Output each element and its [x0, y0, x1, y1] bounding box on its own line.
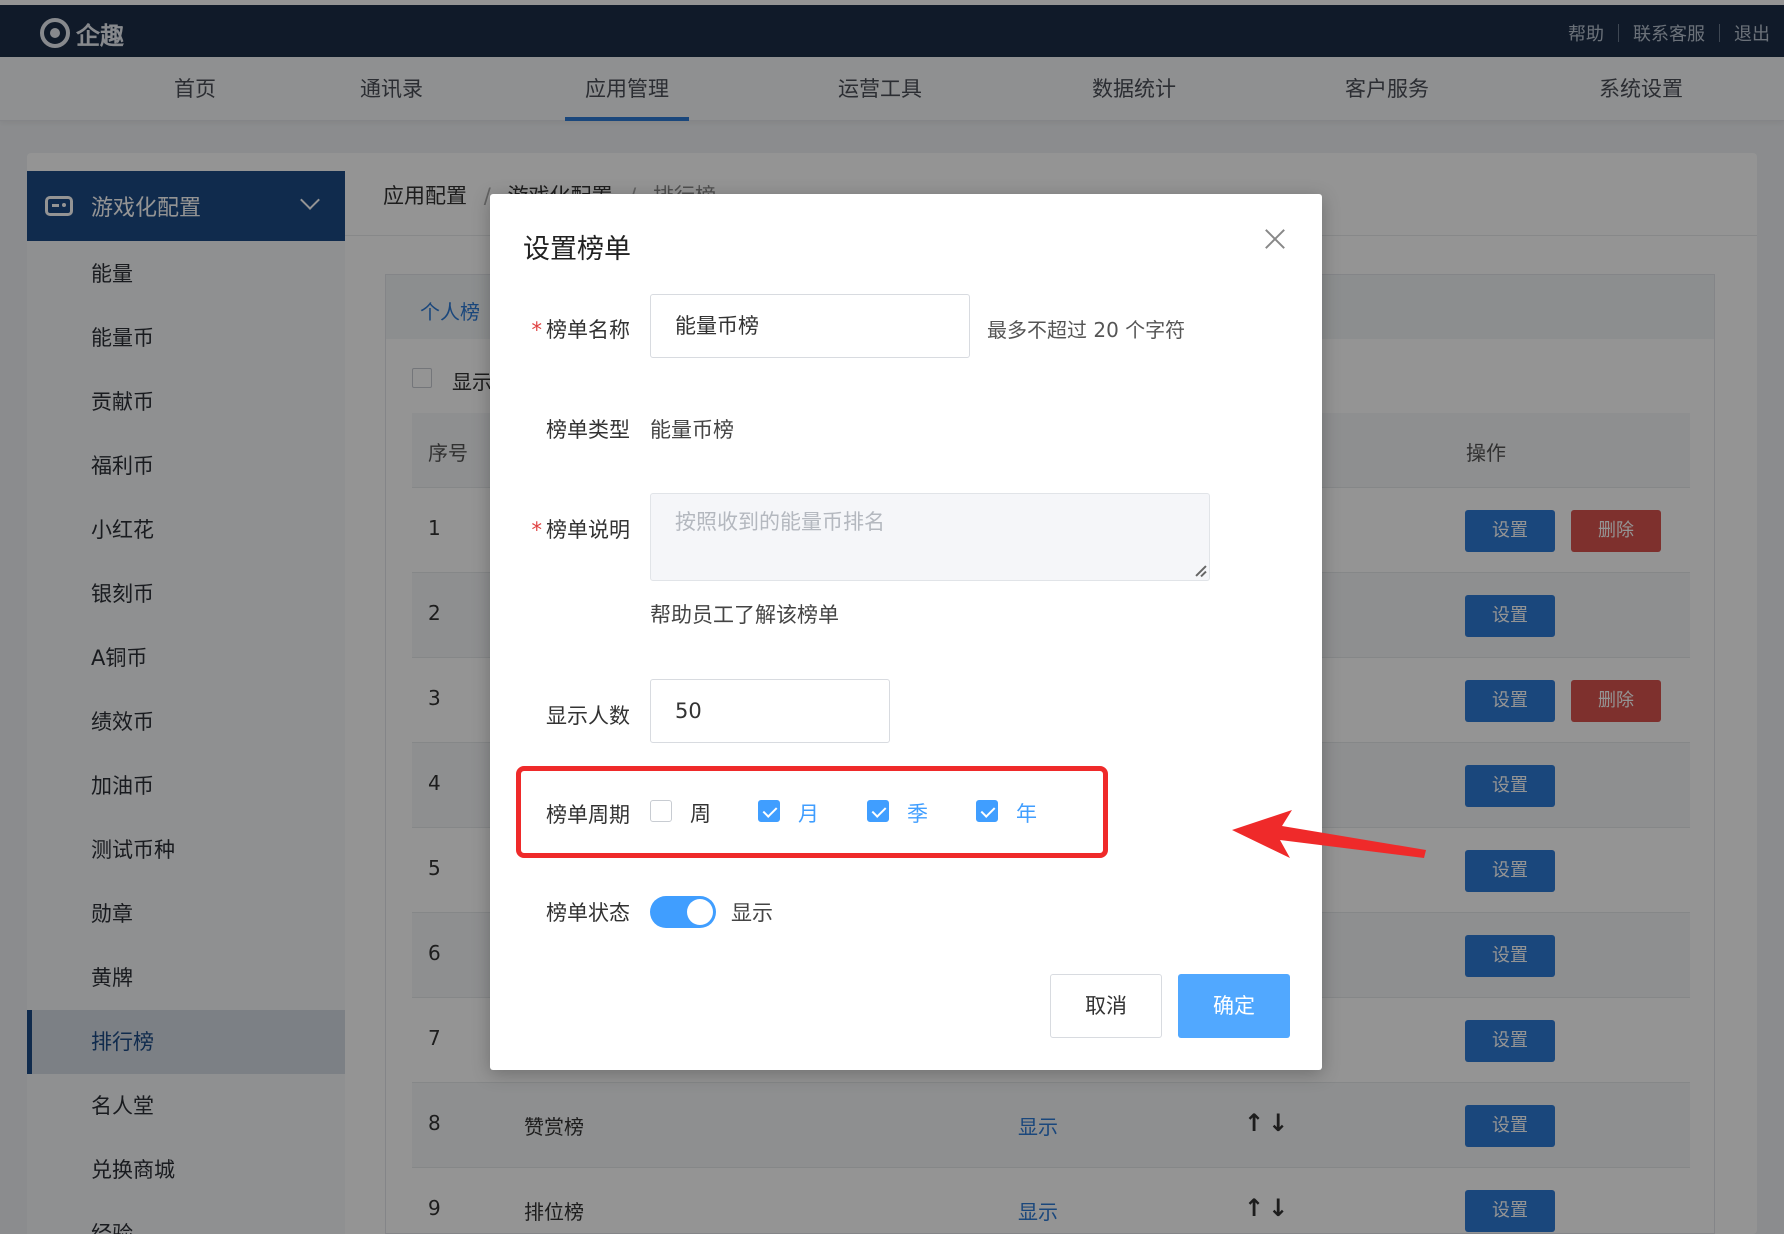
status-label: 榜单状态	[546, 901, 630, 925]
name-input[interactable]: 能量币榜	[650, 294, 970, 358]
status-toggle[interactable]	[650, 896, 716, 928]
description-label-text: 榜单说明	[546, 518, 630, 542]
leaderboard-settings-dialog: 设置榜单 * 榜单名称 能量币榜 最多不超过 20 个字符 榜单类型 能量币榜 *…	[490, 194, 1322, 1070]
count-label: 显示人数	[546, 704, 630, 728]
required-marker: *	[531, 318, 543, 342]
description-field-label: * 榜单说明	[490, 514, 631, 544]
required-marker: *	[531, 518, 543, 542]
name-hint: 最多不超过 20 个字符	[987, 318, 1186, 342]
status-toggle-text: 显示	[731, 901, 773, 925]
annotation-highlight-box	[516, 766, 1108, 858]
close-icon[interactable]	[1264, 228, 1286, 250]
description-help: 帮助员工了解该榜单	[650, 603, 839, 627]
description-placeholder: 按照收到的能量币排名	[675, 510, 885, 534]
resize-handle-icon[interactable]	[1194, 565, 1206, 577]
dialog-title: 设置榜单	[523, 234, 631, 265]
count-input[interactable]: 50	[650, 679, 890, 743]
name-label-text: 榜单名称	[546, 318, 630, 342]
annotation-arrow-icon	[1232, 810, 1426, 858]
type-value: 能量币榜	[650, 418, 734, 442]
description-textarea[interactable]: 按照收到的能量币排名	[650, 493, 1210, 581]
name-field-label: * 榜单名称	[490, 314, 631, 344]
confirm-button[interactable]: 确定	[1178, 974, 1290, 1038]
cancel-button[interactable]: 取消	[1050, 974, 1162, 1038]
type-label: 榜单类型	[546, 418, 630, 442]
